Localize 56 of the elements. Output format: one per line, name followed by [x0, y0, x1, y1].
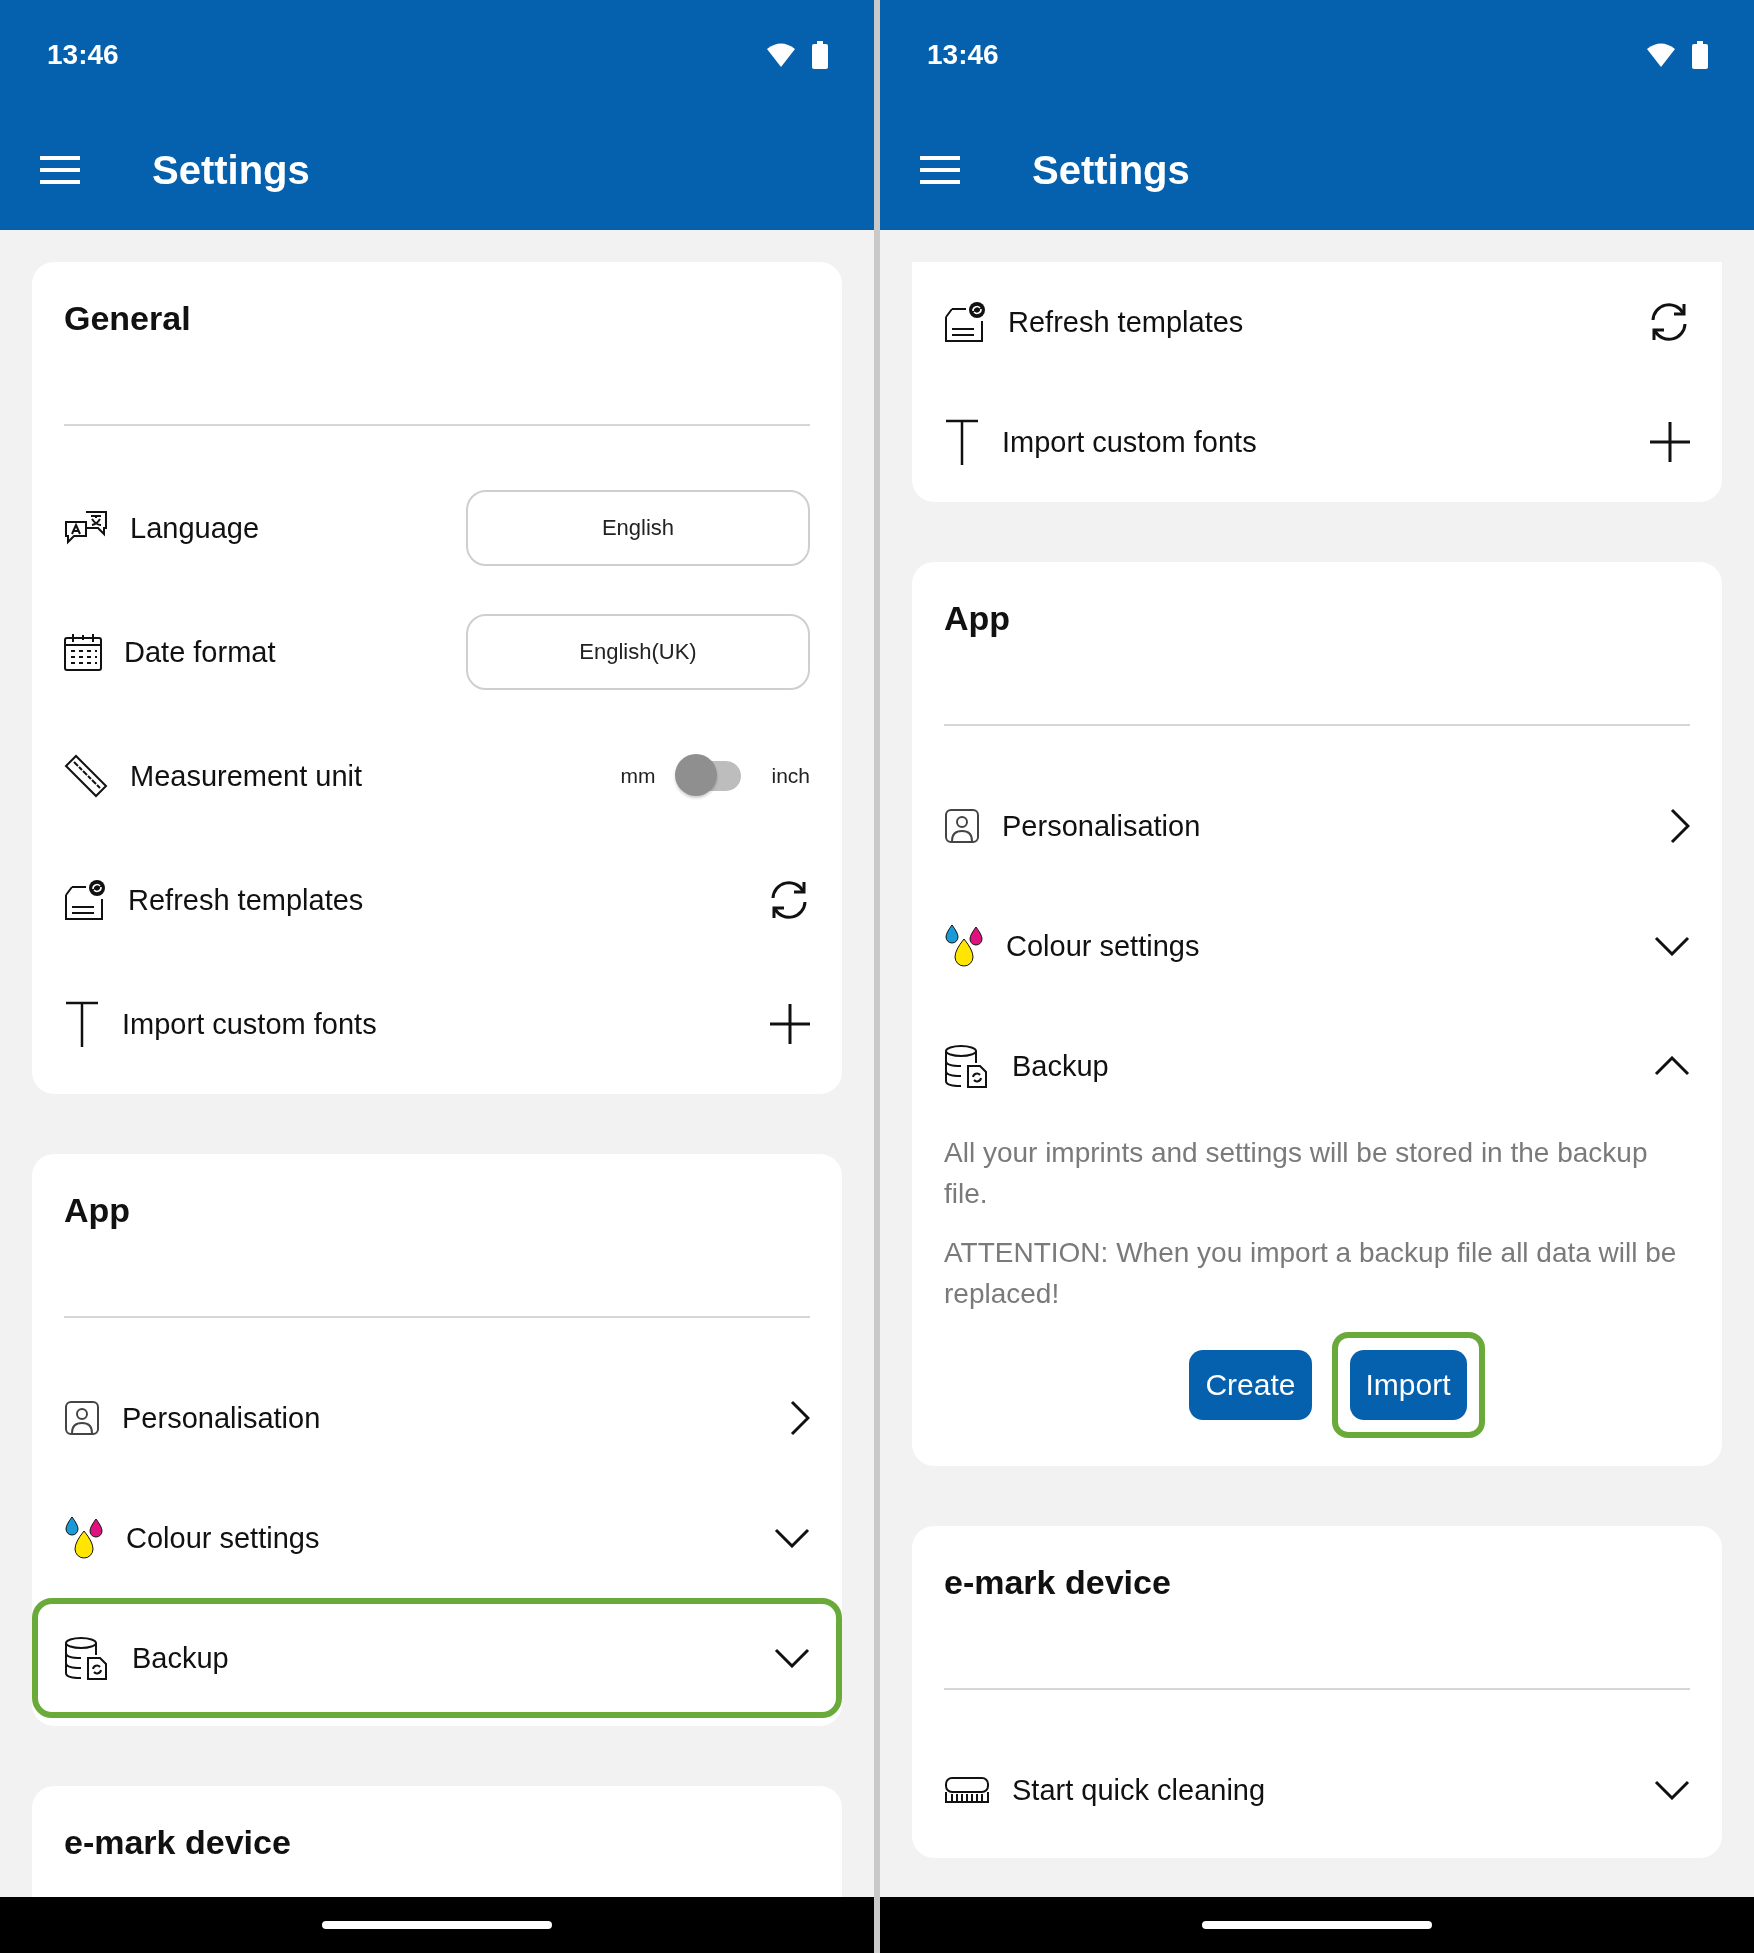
- ink-drops-icon: [944, 923, 984, 969]
- setting-label: Backup: [1012, 1049, 1109, 1083]
- dropdown-field[interactable]: English(UK): [466, 614, 810, 690]
- plus-icon[interactable]: [770, 1004, 810, 1044]
- setting-label: Import custom fonts: [1002, 425, 1257, 459]
- setting-label: Import custom fonts: [122, 1007, 377, 1041]
- screen-title: Settings: [152, 147, 310, 193]
- unit-label: inch: [771, 764, 810, 788]
- section-title: e-mark device: [64, 1822, 292, 1862]
- ruler-icon: [64, 754, 108, 798]
- database-file-icon: [64, 1636, 110, 1680]
- backup-description: ATTENTION: When you import a backup file all data will be replaced!: [944, 1236, 1678, 1311]
- highlighted-row[interactable]: Backup: [32, 1598, 842, 1718]
- setting-label: Colour settings: [1006, 929, 1200, 963]
- ink-drops-icon: [64, 1515, 104, 1561]
- user-profile-icon: [64, 1400, 100, 1436]
- setting-label: Personalisation: [1002, 809, 1201, 843]
- section-title: General: [64, 298, 192, 338]
- wifi-icon: [766, 42, 796, 68]
- setting-label: Backup: [132, 1641, 229, 1675]
- battery-icon: [812, 41, 828, 69]
- screen-title: Settings: [1032, 147, 1190, 193]
- section-title: App: [64, 1190, 132, 1230]
- setting-label: Personalisation: [122, 1401, 321, 1435]
- status-time: 13:46: [47, 39, 119, 71]
- chevron-right-icon: [790, 1400, 810, 1436]
- section-title: e-mark device: [944, 1562, 1172, 1602]
- setting-label: Refresh templates: [128, 883, 364, 917]
- document-refresh-icon: [944, 301, 986, 343]
- setting-label: Date format: [124, 635, 276, 669]
- calendar-icon: [64, 633, 102, 671]
- battery-icon: [1692, 41, 1708, 69]
- section-title: App: [944, 598, 1012, 638]
- text-tool-icon: [64, 1001, 100, 1047]
- menu-icon[interactable]: [40, 155, 80, 185]
- action-button[interactable]: Import: [1349, 1350, 1467, 1420]
- setting-label: Language: [130, 511, 260, 545]
- setting-label: Colour settings: [126, 1521, 320, 1555]
- unit-label: mm: [620, 764, 656, 788]
- setting-label: Start quick cleaning: [1012, 1773, 1266, 1807]
- status-time: 13:46: [927, 39, 999, 71]
- text-tool-icon: [944, 419, 980, 465]
- setting-label: Refresh templates: [1008, 305, 1244, 339]
- action-button[interactable]: Create: [1189, 1350, 1312, 1420]
- chevron-right-icon: [1670, 808, 1690, 844]
- print-head-icon: [944, 1776, 990, 1804]
- user-profile-icon: [944, 808, 980, 844]
- setting-label: Measurement unit: [130, 759, 363, 793]
- wifi-icon: [1646, 42, 1676, 68]
- database-file-icon: [944, 1044, 990, 1088]
- translate-icon: [64, 510, 108, 546]
- dropdown-field[interactable]: English: [466, 490, 810, 566]
- document-refresh-icon: [64, 879, 106, 921]
- backup-description: All your imprints and settings will be stored in the backup file.: [944, 1136, 1649, 1211]
- menu-icon[interactable]: [920, 155, 960, 185]
- plus-icon[interactable]: [1650, 422, 1690, 462]
